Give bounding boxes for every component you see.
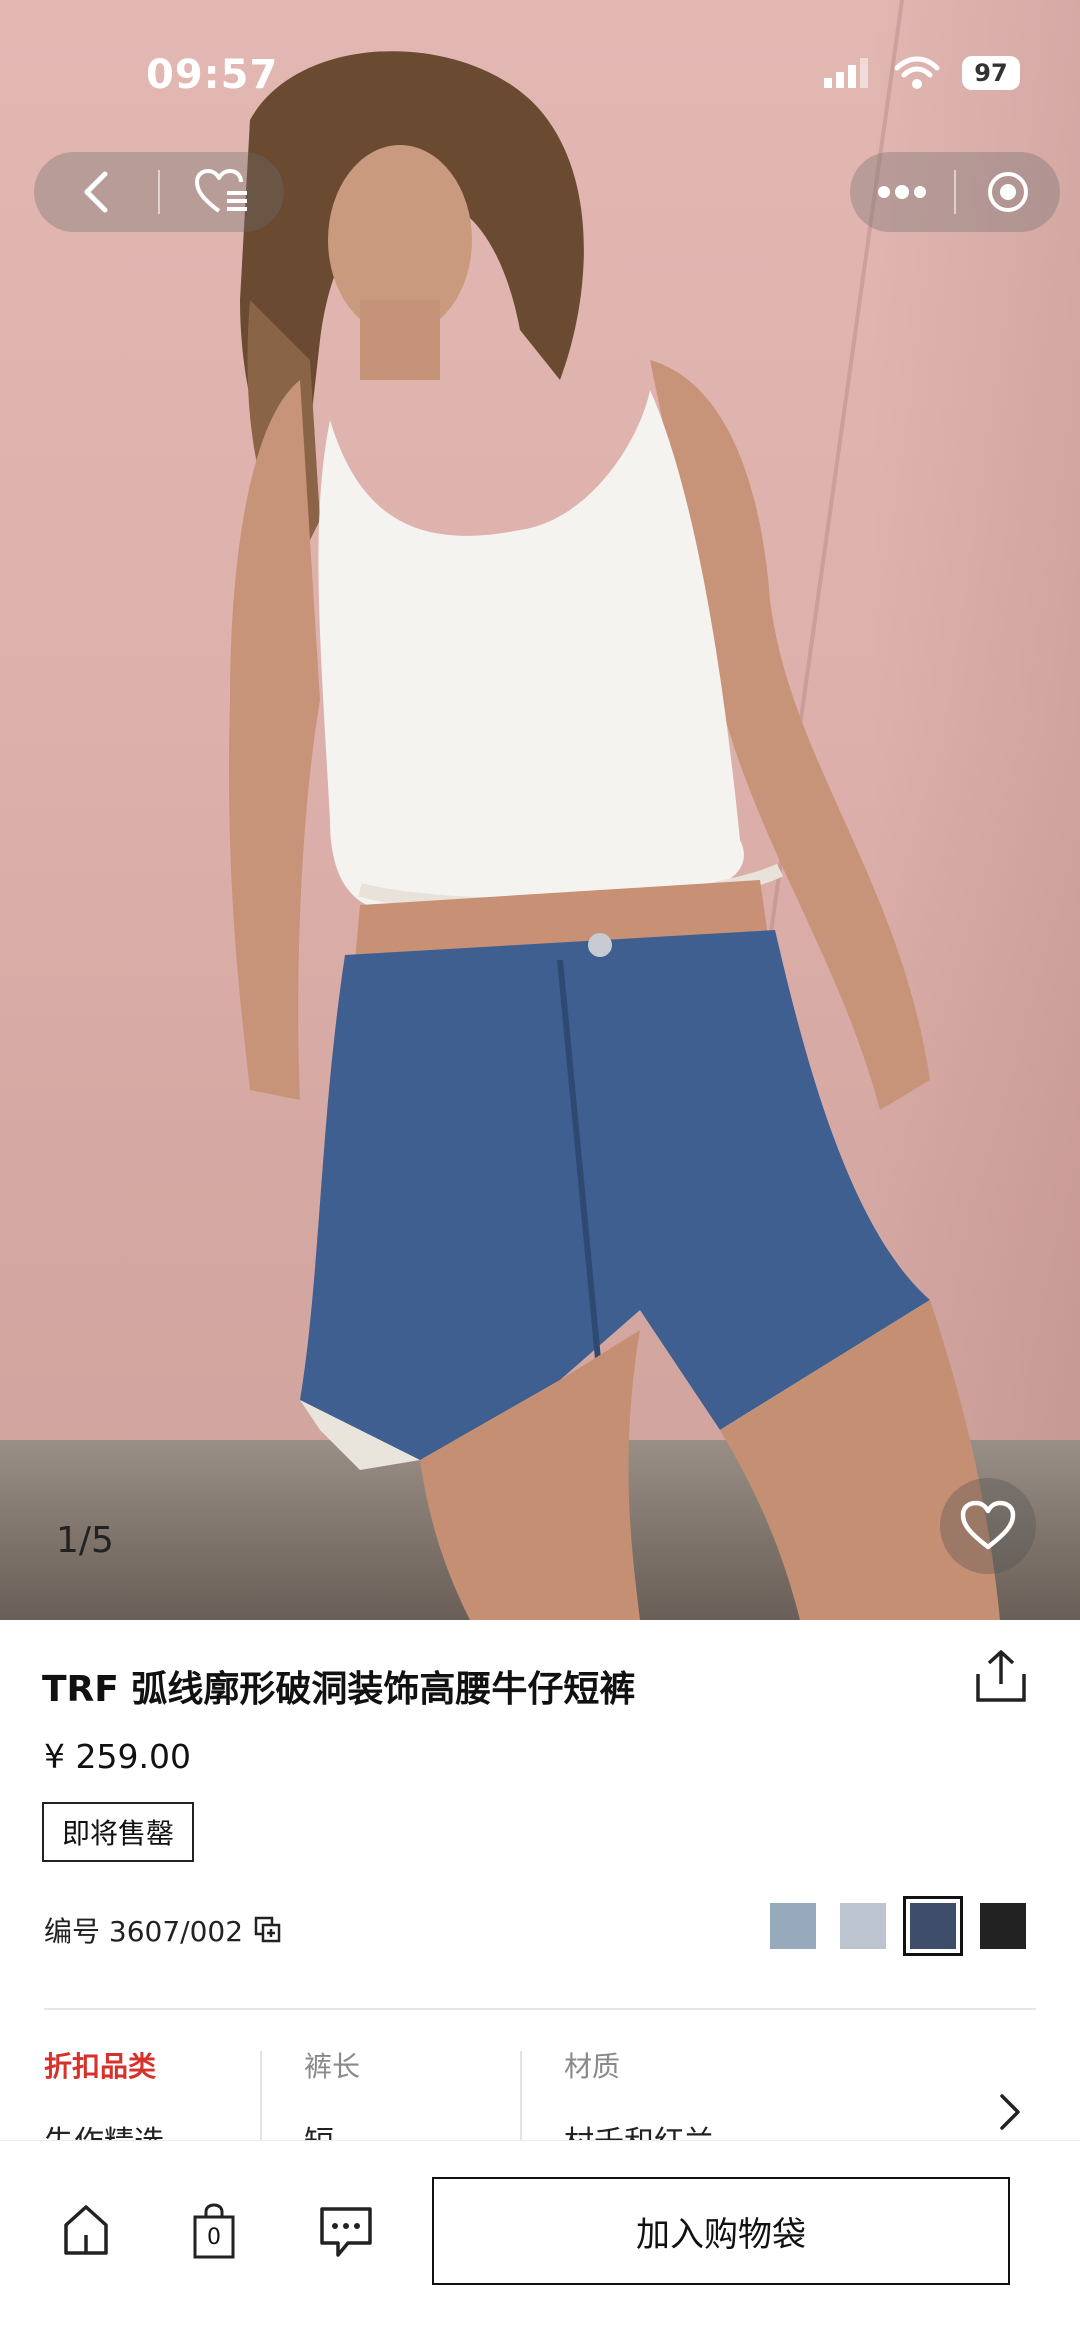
attr-value: 失作精选: [44, 2117, 264, 2140]
back-arrow-icon: [84, 171, 108, 213]
bag-count: 0: [207, 2225, 221, 2250]
chevron-right-icon: [1000, 2094, 1020, 2130]
nav-capsule-left: [34, 152, 284, 232]
attr-label: 材质: [564, 2050, 621, 2083]
attr-value: 短: [304, 2117, 524, 2140]
more-button[interactable]: [850, 152, 954, 232]
attributes-more-button[interactable]: [998, 2092, 1022, 2136]
color-swatch[interactable]: [770, 1903, 816, 1949]
back-button[interactable]: [34, 152, 158, 232]
wifi-icon: [894, 56, 940, 89]
wishlist-list-button[interactable]: [160, 152, 284, 232]
add-to-bag-button[interactable]: 加入购物袋: [432, 2177, 1010, 2285]
attr-divider: [520, 2051, 522, 2140]
favorite-button[interactable]: [940, 1478, 1036, 1574]
attr-divider: [260, 2051, 262, 2140]
sku-row: 编号 3607/002: [44, 1910, 283, 1950]
copy-icon: [254, 1916, 281, 1943]
customer-service-button[interactable]: [318, 2203, 374, 2263]
share-icon: [976, 1650, 1026, 1702]
attr-length: 裤长 短: [304, 2045, 524, 2140]
status-time: 09:57: [146, 52, 279, 98]
color-swatches: [770, 1896, 1026, 1956]
color-swatch[interactable]: [840, 1903, 886, 1949]
section-divider: [44, 2008, 1036, 2010]
color-swatch[interactable]: [903, 1896, 963, 1956]
attr-material: 材质 村千和红兰: [564, 2045, 904, 2140]
target-circle-icon: [988, 172, 1028, 212]
attr-value: 村千和红兰: [564, 2117, 904, 2140]
heart-list-icon: [195, 169, 247, 213]
home-icon: [64, 2205, 108, 2255]
attr-label: 折扣品类: [44, 2050, 157, 2083]
product-price: ¥ 259.00: [44, 1737, 191, 1776]
sku-label: 编号 3607/002: [44, 1915, 244, 1948]
close-miniapp-button[interactable]: [956, 152, 1060, 232]
product-title: TRF 弧线廓形破洞装饰高腰牛仔短裤: [42, 1669, 636, 1710]
attributes-row[interactable]: 折扣品类 失作精选 裤长 短 材质 村千和红兰: [44, 2045, 1036, 2140]
share-button[interactable]: [974, 1648, 1028, 1708]
color-swatch[interactable]: [980, 1903, 1026, 1949]
home-button[interactable]: [62, 2203, 110, 2261]
low-stock-badge: 即将售罄: [42, 1802, 195, 1862]
product-image[interactable]: 09:57 97 1/5: [0, 0, 1080, 1620]
copy-sku-button[interactable]: [253, 1915, 283, 1945]
battery-indicator: 97: [962, 56, 1020, 90]
bottom-action-bar: 0 加入购物袋: [0, 2140, 1080, 2347]
signal-icon: [824, 58, 868, 88]
chat-icon: [320, 2207, 372, 2257]
status-icons: 97: [822, 56, 1020, 90]
attr-discount-category: 折扣品类 失作精选: [44, 2045, 264, 2140]
image-pager: 1/5: [56, 1520, 114, 1561]
heart-icon: [960, 1500, 1016, 1550]
attr-label: 裤长: [304, 2050, 361, 2083]
shopping-bag-button[interactable]: 0: [192, 2203, 236, 2263]
model-illustration: [229, 51, 1000, 1620]
nav-capsule-right: [850, 152, 1060, 232]
more-dots-icon: [878, 185, 926, 199]
